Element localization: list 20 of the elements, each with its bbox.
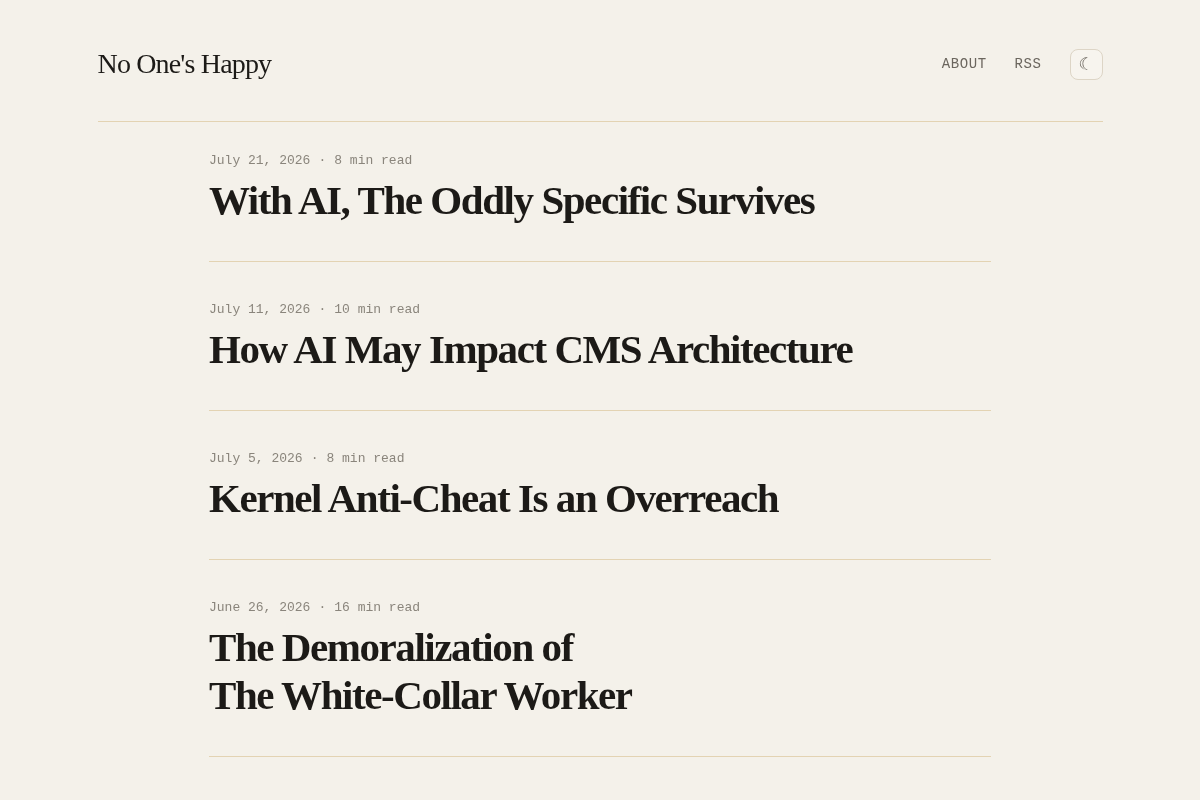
- separator-dot: ·: [318, 599, 327, 617]
- theme-toggle-button[interactable]: ☾: [1069, 48, 1103, 80]
- post-title-link[interactable]: The Demoralization of The White-Collar Worker: [209, 623, 632, 719]
- post-date: July 21, 2026: [209, 152, 311, 170]
- read-time: 10 min read: [334, 301, 421, 319]
- post-date: June 26, 2026: [209, 599, 311, 617]
- post-title-link[interactable]: How AI May Impact CMS Architecture: [209, 325, 853, 373]
- post-title-link[interactable]: With AI, The Oddly Specific Survives: [209, 176, 815, 224]
- read-time: 16 min read: [334, 599, 421, 617]
- read-time: 8 min read: [334, 152, 413, 170]
- separator-dot: ·: [310, 450, 319, 468]
- post-date: July 5, 2026: [209, 450, 303, 468]
- post-title-link[interactable]: Kernel Anti-Cheat Is an Overreach: [209, 474, 779, 522]
- separator-dot: ·: [318, 152, 327, 170]
- read-time: 8 min read: [326, 450, 405, 468]
- separator-dot: ·: [318, 301, 327, 319]
- nav-link[interactable]: ABOUT: [941, 54, 987, 74]
- site-title[interactable]: No One's Happy: [97, 48, 272, 80]
- nav-link[interactable]: RSS: [1014, 54, 1042, 74]
- post-date: July 11, 2026: [209, 301, 311, 319]
